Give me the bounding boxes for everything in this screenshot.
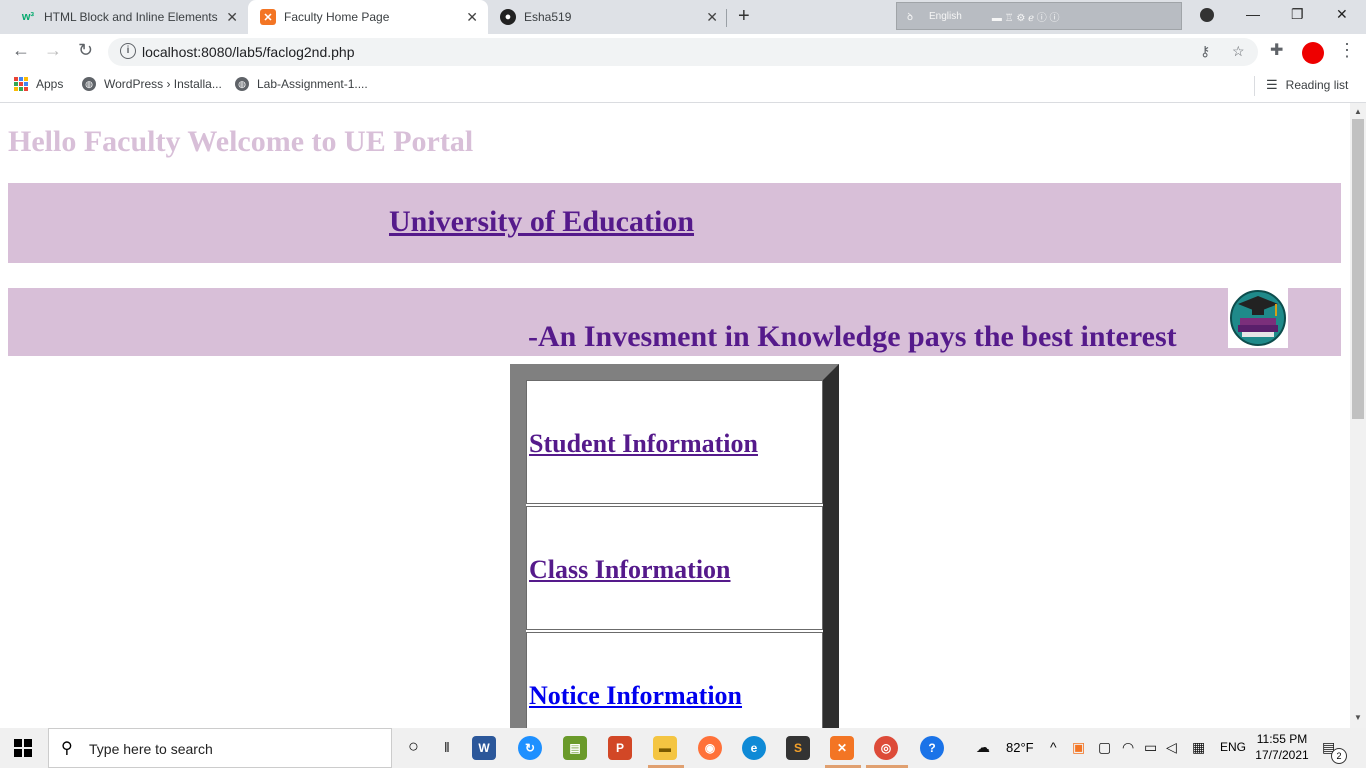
close-icon[interactable]: ✕ — [466, 9, 478, 26]
chrome-icon[interactable]: ◎ — [874, 736, 898, 760]
slogan-text: -An Invesment in Knowledge pays the best… — [528, 320, 1177, 353]
xampp-icon: ✕ — [260, 9, 276, 25]
weather-icon[interactable]: ☁ — [976, 739, 990, 756]
new-tab-button[interactable]: + — [738, 5, 750, 28]
menu-icon[interactable]: ⋮ — [1338, 40, 1356, 61]
tab-strip: w³ HTML Block and Inline Elements ✕ ✕ Fa… — [0, 0, 1366, 34]
system-clock[interactable]: 11:55 PM 17/7/2021 — [1254, 731, 1310, 763]
show-hidden-icons-icon[interactable]: ^ — [1050, 739, 1057, 755]
menu-cell-notice: Notice Information — [526, 632, 823, 728]
bookmarks-bar: Apps ◍ WordPress › Installa... ◍ Lab-Ass… — [0, 70, 1366, 103]
reading-list-button[interactable]: ☰ Reading list — [1266, 77, 1348, 93]
slogan-banner: -An Invesment in Knowledge pays the best… — [8, 288, 1341, 356]
reading-list-label: Reading list — [1285, 78, 1349, 92]
scroll-down-arrow-icon[interactable]: ▼ — [1354, 713, 1362, 722]
tab-separator — [726, 9, 727, 27]
ime-icon: ꝺ — [907, 12, 913, 23]
word-icon[interactable]: W — [472, 736, 496, 760]
tab-title: Esha519 — [524, 10, 572, 24]
key-icon[interactable]: ⚷ — [1200, 43, 1210, 60]
bookmark-lab-assignment[interactable]: ◍ Lab-Assignment-1.... — [235, 77, 368, 91]
reload-icon[interactable]: ↻ — [78, 40, 93, 61]
minimize-icon[interactable]: — — [1246, 6, 1260, 22]
volume-icon[interactable]: ◁ — [1166, 739, 1177, 756]
close-icon[interactable]: ✕ — [226, 9, 238, 26]
w3schools-icon: w³ — [21, 11, 35, 23]
globe-icon: ◍ — [235, 77, 249, 91]
clock-date: 17/7/2021 — [1255, 748, 1309, 762]
restore-icon[interactable]: ❐ — [1291, 6, 1304, 23]
bookmark-wordpress[interactable]: ◍ WordPress › Installa... — [82, 77, 222, 91]
xampp-tray-icon[interactable]: ▣ — [1072, 739, 1085, 756]
battery-icon[interactable]: ▭ — [1144, 739, 1157, 756]
tab-html-block-inline[interactable]: w³ HTML Block and Inline Elements ✕ — [8, 0, 248, 34]
edge-icon[interactable]: e — [742, 736, 766, 760]
notification-count-badge: 2 — [1331, 748, 1347, 764]
help-icon[interactable]: ? — [920, 736, 944, 760]
cortana-icon[interactable]: ○ — [408, 736, 419, 757]
bookmark-label: Apps — [36, 77, 64, 91]
ime-language-label[interactable]: English — [929, 11, 962, 22]
windows-start-icon[interactable] — [14, 739, 32, 757]
page-scrollbar[interactable]: ▲ ▼ — [1350, 103, 1366, 728]
bookmark-apps[interactable]: Apps — [14, 77, 63, 91]
profile-avatar[interactable] — [1302, 42, 1324, 64]
address-bar[interactable]: i localhost:8080/lab5/faclog2nd.php ⚷ ☆ — [108, 38, 1258, 66]
extensions-icon[interactable]: ✚ — [1270, 40, 1283, 60]
student-information-link[interactable]: Student Information — [529, 429, 758, 459]
search-icon: ⚲ — [61, 740, 73, 757]
sublime-text-icon[interactable]: S — [786, 736, 810, 760]
notice-information-link[interactable]: Notice Information — [529, 681, 742, 711]
file-explorer-icon[interactable]: ▬ — [653, 736, 677, 760]
tab-title: HTML Block and Inline Elements — [44, 10, 218, 24]
bookmark-label: WordPress › Installa... — [104, 77, 222, 91]
navigation-table: Student Information Class Information No… — [510, 364, 839, 728]
forward-icon[interactable]: → — [44, 40, 62, 61]
tab-github[interactable]: ● Esha519 ✕ — [488, 0, 728, 34]
back-icon[interactable]: ← — [12, 40, 30, 61]
bookmark-divider — [1254, 76, 1255, 96]
welcome-heading: Hello Faculty Welcome to UE Portal — [8, 125, 474, 158]
task-view-icon[interactable]: ‖ — [444, 739, 450, 755]
bookmark-star-icon[interactable]: ☆ — [1232, 43, 1245, 60]
graduation-books-logo — [1228, 288, 1288, 348]
site-info-icon[interactable]: i — [120, 43, 136, 59]
menu-cell-student: Student Information — [526, 380, 823, 504]
tab-faculty-home[interactable]: ✕ Faculty Home Page ✕ — [248, 0, 488, 34]
apps-grid-icon — [14, 77, 28, 91]
meet-now-icon[interactable]: ▢ — [1098, 739, 1111, 756]
bookmark-label: Lab-Assignment-1.... — [257, 77, 368, 91]
sync-app-icon[interactable]: ↻ — [518, 736, 542, 760]
menu-cell-class: Class Information — [526, 506, 823, 630]
search-placeholder: Type here to search — [89, 741, 213, 757]
scroll-up-arrow-icon[interactable]: ▲ — [1354, 107, 1362, 116]
winrar-icon[interactable]: ▤ — [563, 736, 587, 760]
taskbar-search-box[interactable]: ⚲ Type here to search — [48, 728, 392, 768]
firefox-icon[interactable]: ◉ — [698, 736, 722, 760]
windows-taskbar: ⚲ Type here to search ○ ‖ W ↻ ▤ P ▬ ◉ e … — [0, 728, 1366, 768]
page-content: Hello Faculty Welcome to UE Portal Unive… — [0, 103, 1350, 728]
tab-title: Faculty Home Page — [284, 10, 390, 24]
close-icon[interactable]: ✕ — [706, 9, 718, 26]
language-bar[interactable]: ꝺ English ▬ ♖ ⚙ ℯ ⓘ ⓘ — [896, 2, 1182, 30]
scroll-thumb[interactable] — [1352, 119, 1364, 419]
wifi-icon[interactable]: ◠ — [1122, 739, 1134, 756]
university-link[interactable]: University of Education — [389, 205, 694, 239]
university-banner: University of Education — [8, 183, 1341, 263]
language-indicator[interactable]: ENG — [1220, 740, 1246, 754]
clock-time: 11:55 PM — [1256, 732, 1308, 746]
tab-search-icon[interactable] — [1200, 8, 1214, 22]
xampp-taskbar-icon[interactable]: ✕ — [830, 736, 854, 760]
powerpoint-icon[interactable]: P — [608, 736, 632, 760]
class-information-link[interactable]: Class Information — [529, 555, 731, 585]
reading-list-icon: ☰ — [1266, 77, 1278, 92]
globe-icon: ◍ — [82, 77, 96, 91]
ime-tools-icon[interactable]: ▬ ♖ ⚙ ℯ ⓘ ⓘ — [992, 9, 1060, 24]
url-text[interactable]: localhost:8080/lab5/faclog2nd.php — [142, 44, 355, 60]
browser-toolbar: ← → ↻ i localhost:8080/lab5/faclog2nd.ph… — [0, 34, 1366, 70]
input-indicator-icon[interactable]: ▦ — [1192, 739, 1205, 756]
window-close-icon[interactable]: ✕ — [1336, 6, 1348, 23]
weather-temperature[interactable]: 82°F — [1006, 740, 1034, 755]
github-icon: ● — [500, 9, 516, 25]
